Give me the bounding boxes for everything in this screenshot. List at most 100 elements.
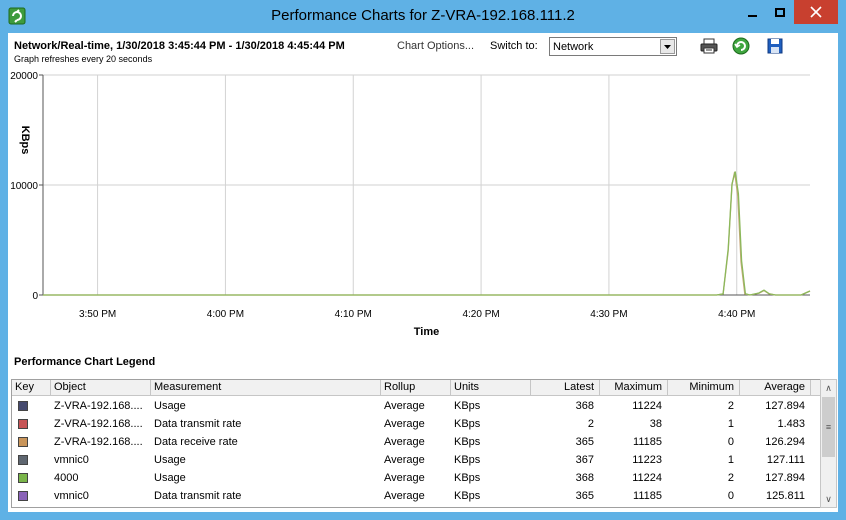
cell-object: vmnic0 [54, 490, 89, 502]
cell-maximum: 11224 [632, 400, 662, 412]
scroll-down-icon[interactable]: ∨ [821, 491, 836, 507]
cell-maximum: 11223 [632, 454, 662, 466]
table-row[interactable]: Z-VRA-192.168.... Data receive rate Averag… [12, 433, 823, 451]
column-header-minimum[interactable]: Minimum [668, 380, 740, 396]
cell-maximum: 11185 [633, 490, 662, 502]
title-bar[interactable]: Performance Charts for Z-VRA-192.168.111… [0, 0, 846, 33]
cell-object: vmnic0 [54, 454, 89, 466]
color-key-cell [12, 469, 51, 487]
save-icon[interactable] [766, 37, 784, 55]
print-icon[interactable] [700, 37, 718, 55]
cell-average: 126.294 [765, 436, 805, 448]
cell-rollup: Average [384, 472, 425, 484]
cell-latest: 2 [587, 418, 594, 430]
color-swatch [18, 419, 28, 429]
cell-minimum: 0 [727, 436, 734, 448]
window-title: Performance Charts for Z-VRA-192.168.111… [271, 7, 575, 24]
cell-units: KBps [454, 436, 481, 448]
color-key-cell [12, 487, 51, 505]
cell-measurement: Data transmit rate [154, 418, 242, 430]
refresh-note: Graph refreshes every 20 seconds [14, 54, 153, 64]
y-tick-label: 20000 [10, 71, 38, 82]
column-header-units[interactable]: Units [451, 380, 531, 396]
table-row[interactable]: Z-VRA-192.168.... Usage Average KBps 368 1122… [12, 397, 823, 415]
column-header-key[interactable]: Key [12, 380, 51, 396]
cell-average: 1.483 [777, 418, 805, 430]
column-header-average[interactable]: Average [740, 380, 811, 396]
dropdown-arrow-icon[interactable] [660, 39, 675, 54]
column-header-rollup[interactable]: Rollup [381, 380, 451, 396]
cell-object: Z-VRA-192.168.... [54, 418, 143, 430]
legend-scrollbar[interactable]: ∧ ≡ ∨ [820, 379, 837, 508]
x-tick-label: 4:20 PM [462, 309, 499, 320]
cell-rollup: Average [384, 490, 425, 502]
color-key-cell [12, 451, 51, 469]
cell-object: 4000 [54, 472, 79, 484]
color-swatch [18, 455, 28, 465]
cell-units: KBps [454, 490, 481, 502]
color-swatch [18, 401, 28, 411]
legend-table: Key Object Measurement Rollup Units Latest Max… [11, 379, 824, 508]
refresh-icon[interactable] [732, 37, 750, 55]
x-tick-label: 3:50 PM [79, 309, 116, 320]
cell-rollup: Average [384, 436, 425, 448]
cell-measurement: Usage [154, 472, 186, 484]
legend-table-header: Key Object Measurement Rollup Units Latest Max… [12, 380, 823, 396]
color-swatch [18, 491, 28, 501]
y-tick-label: 0 [32, 291, 38, 302]
table-row[interactable]: 4000 Usage Average KBps 368 11224 2 127.894 [12, 469, 823, 487]
cell-minimum: 2 [727, 400, 734, 412]
cell-latest: 368 [575, 472, 594, 484]
cell-rollup: Average [384, 400, 425, 412]
table-row[interactable]: vmnic0 Usage Average KBps 367 11223 1 127.111 [12, 451, 823, 469]
cell-minimum: 2 [727, 472, 734, 484]
x-tick-label: 4:10 PM [335, 309, 372, 320]
cell-object: Z-VRA-192.168.... [54, 400, 143, 412]
cell-units: KBps [454, 472, 481, 484]
color-swatch [18, 437, 28, 447]
maximize-button[interactable] [766, 0, 794, 24]
y-axis-label: KBps [19, 126, 31, 155]
cell-measurement: Usage [154, 454, 186, 466]
performance-charts-window: Performance Charts for Z-VRA-192.168.111… [0, 0, 846, 520]
maximize-icon [775, 7, 785, 17]
cell-maximum: 11224 [632, 472, 662, 484]
cell-measurement: Data receive rate [154, 436, 238, 448]
scroll-thumb[interactable]: ≡ [822, 397, 835, 457]
cell-maximum: 11185 [633, 436, 662, 448]
cell-units: KBps [454, 400, 481, 412]
cell-latest: 365 [575, 490, 594, 502]
column-header-object[interactable]: Object [51, 380, 151, 396]
cell-units: KBps [454, 418, 481, 430]
cell-units: KBps [454, 454, 481, 466]
cell-latest: 368 [575, 400, 594, 412]
cell-minimum: 1 [727, 418, 734, 430]
color-key-cell [12, 415, 51, 433]
chart-header-title: Network/Real-time, 1/30/2018 3:45:44 PM … [14, 40, 345, 52]
switch-to-select[interactable]: Network [549, 37, 677, 56]
scroll-up-icon[interactable]: ∧ [821, 380, 836, 396]
cell-minimum: 1 [727, 454, 734, 466]
column-header-latest[interactable]: Latest [531, 380, 600, 396]
network-line-chart: 20000 10000 0 3:50 PM 4:00 PM 4:10 PM 4:20 PM 4… [10, 71, 811, 338]
column-header-maximum[interactable]: Maximum [600, 380, 668, 396]
x-axis-label: Time [414, 326, 439, 338]
column-header-measurement[interactable]: Measurement [151, 380, 381, 396]
cell-measurement: Data transmit rate [154, 490, 242, 502]
table-row[interactable]: vmnic0 Data transmit rate Average KBps 365 11… [12, 487, 823, 505]
cell-rollup: Average [384, 454, 425, 466]
color-key-cell [12, 433, 51, 451]
cell-average: 127.111 [766, 454, 805, 466]
cell-rollup: Average [384, 418, 425, 430]
color-swatch [18, 473, 28, 483]
minimize-button[interactable] [738, 0, 766, 24]
close-button[interactable] [794, 0, 838, 24]
switch-to-value: Network [553, 41, 594, 53]
table-row[interactable]: Z-VRA-192.168.... Data transmit rate Avera… [12, 415, 823, 433]
close-icon [810, 6, 822, 18]
chart-panel: Network/Real-time, 1/30/2018 3:45:44 PM … [8, 33, 838, 512]
y-tick-label: 10000 [10, 181, 38, 192]
chart-options-link[interactable]: Chart Options... [397, 40, 474, 52]
cell-object: Z-VRA-192.168.... [54, 436, 143, 448]
legend-title: Performance Chart Legend [14, 356, 156, 368]
